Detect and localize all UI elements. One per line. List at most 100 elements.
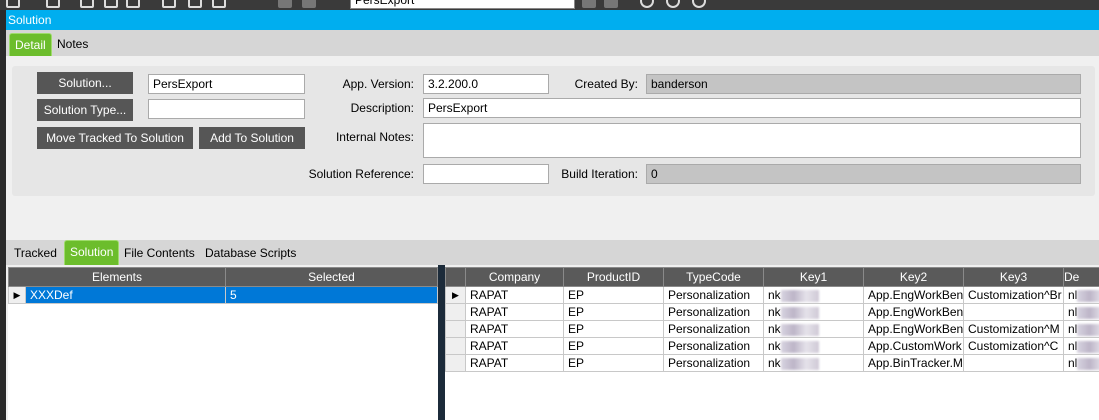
delete-icon[interactable] [80,0,94,8]
column-header-typecode[interactable]: TypeCode [663,267,764,287]
cell-text: App.EngWorkBen [868,288,964,302]
undo-icon[interactable] [104,0,118,8]
last-record-icon[interactable] [604,0,618,8]
row-selector[interactable] [445,354,466,372]
next-record-icon[interactable] [582,0,596,8]
cell-key2[interactable]: App.BinTracker.M [863,354,964,372]
cut-icon[interactable] [162,0,176,8]
cell-productid[interactable]: EP [563,337,664,355]
table-row[interactable]: ▶ XXXDef 5 [8,286,438,304]
tab-tracked[interactable]: Tracked [9,242,62,265]
cell-company[interactable]: RAPAT [465,303,564,321]
first-record-icon[interactable] [278,0,292,8]
cell-de[interactable]: nl [1063,320,1099,338]
add-to-solution-button[interactable]: Add To Solution [199,127,305,149]
cell-de[interactable]: nl [1063,337,1099,355]
cell-company[interactable]: RAPAT [465,320,564,338]
column-header-key2[interactable]: Key2 [863,267,964,287]
cell-key3[interactable] [963,354,1064,372]
cell-de[interactable]: nl [1063,286,1099,304]
cell-de[interactable]: nl [1063,354,1099,372]
edit-icon[interactable] [666,0,680,8]
solution-type-field[interactable] [148,99,305,119]
row-selector[interactable] [445,320,466,338]
column-header-elements[interactable]: Elements [8,267,226,287]
tab-database-scripts[interactable]: Database Scripts [200,242,301,265]
cell-key2[interactable]: App.EngWorkBen [863,286,964,304]
cell-key1[interactable]: nk [763,303,864,321]
cell-company[interactable]: RAPAT [465,337,564,355]
prev-record-icon[interactable] [302,0,316,8]
tab-file-contents[interactable]: File Contents [119,242,200,265]
solution-type-button[interactable]: Solution Type... [37,99,133,121]
paste-icon[interactable] [212,0,226,8]
copy-icon[interactable] [188,0,202,8]
cell-typecode[interactable]: Personalization [663,320,764,338]
cell-company[interactable]: RAPAT [465,354,564,372]
move-tracked-button[interactable]: Move Tracked To Solution [37,127,193,149]
cell-key3[interactable]: Customization^M [963,320,1064,338]
cell-key2[interactable]: App.EngWorkBen [863,303,964,321]
cell-key1[interactable]: nk [763,354,864,372]
top-tabs: Detail Notes [6,30,1099,56]
cell-productid[interactable]: EP [563,286,664,304]
cell-key3[interactable]: Customization^Br [963,286,1064,304]
cell-key1[interactable]: nk [763,286,864,304]
cell-text: App.BinTracker.M [868,356,963,370]
internal-notes-field[interactable] [423,123,1081,158]
table-row[interactable]: RAPAT EP Personalization nk App.CustomWork Cu… [445,337,1099,355]
column-header-productid[interactable]: ProductID [563,267,664,287]
cell-de[interactable]: nl [1063,303,1099,321]
cell-key1[interactable]: nk [763,337,864,355]
cell-key2[interactable]: App.CustomWork [863,337,964,355]
element-cell[interactable]: XXXDef [25,286,226,304]
solution-field[interactable]: PersExport [148,74,305,94]
cell-productid[interactable]: EP [563,354,664,372]
cell-key3[interactable] [963,303,1064,321]
record-combo[interactable]: PersExport [350,0,575,9]
tab-notes[interactable]: Notes [52,33,93,56]
cell-text: RAPAT [470,339,509,353]
row-selector[interactable] [445,303,466,321]
row-selector[interactable] [445,337,466,355]
solution-form: Solution... PersExport Solution Type... … [12,66,1095,196]
new-icon[interactable] [6,0,20,8]
cell-key3[interactable]: Customization^C [963,337,1064,355]
splitter[interactable] [438,265,445,420]
table-row[interactable]: RAPAT EP Personalization nk App.EngWorkBen Cu… [445,320,1099,338]
save-icon[interactable] [46,0,60,8]
table-row[interactable]: RAPAT EP Personalization nk App.EngWorkBen nl [445,303,1099,321]
cell-text: nk [768,288,781,302]
column-header-selected[interactable]: Selected [225,267,438,287]
row-selector[interactable]: ▶ [445,286,466,304]
tab-solution[interactable]: Solution [64,240,120,265]
description-field[interactable]: PersExport [423,98,1081,118]
column-header-key3[interactable]: Key3 [963,267,1064,287]
selected-cell[interactable]: 5 [225,286,438,304]
cell-typecode[interactable]: Personalization [663,337,764,355]
tools-icon[interactable] [692,0,706,8]
redacted-block [1077,306,1099,319]
row-selector-icon[interactable]: ▶ [8,286,26,304]
cell-text: nl [1068,322,1078,336]
column-header-company[interactable]: Company [465,267,564,287]
attach-icon[interactable] [126,0,140,8]
cell-typecode[interactable]: Personalization [663,303,764,321]
cell-key2[interactable]: App.EngWorkBen [863,320,964,338]
table-row[interactable]: ▶ RAPAT EP Personalization nk App.EngWorkBen C… [445,286,1099,304]
cell-typecode[interactable]: Personalization [663,354,764,372]
table-row[interactable]: RAPAT EP Personalization nk App.BinTracker.M… [445,354,1099,372]
solution-reference-field[interactable] [423,164,549,184]
cell-typecode[interactable]: Personalization [663,286,764,304]
cell-productid[interactable]: EP [563,320,664,338]
app-version-field[interactable]: 3.2.200.0 [423,74,549,94]
column-header-key1[interactable]: Key1 [763,267,864,287]
column-header-de[interactable]: De [1063,267,1099,287]
tab-detail[interactable]: Detail [9,33,52,56]
cell-productid[interactable]: EP [563,303,664,321]
cell-company[interactable]: RAPAT [465,286,564,304]
cell-key1[interactable]: nk [763,320,864,338]
solution-button[interactable]: Solution... [37,72,133,94]
redacted-block [1077,340,1099,353]
back-icon[interactable] [640,0,654,8]
